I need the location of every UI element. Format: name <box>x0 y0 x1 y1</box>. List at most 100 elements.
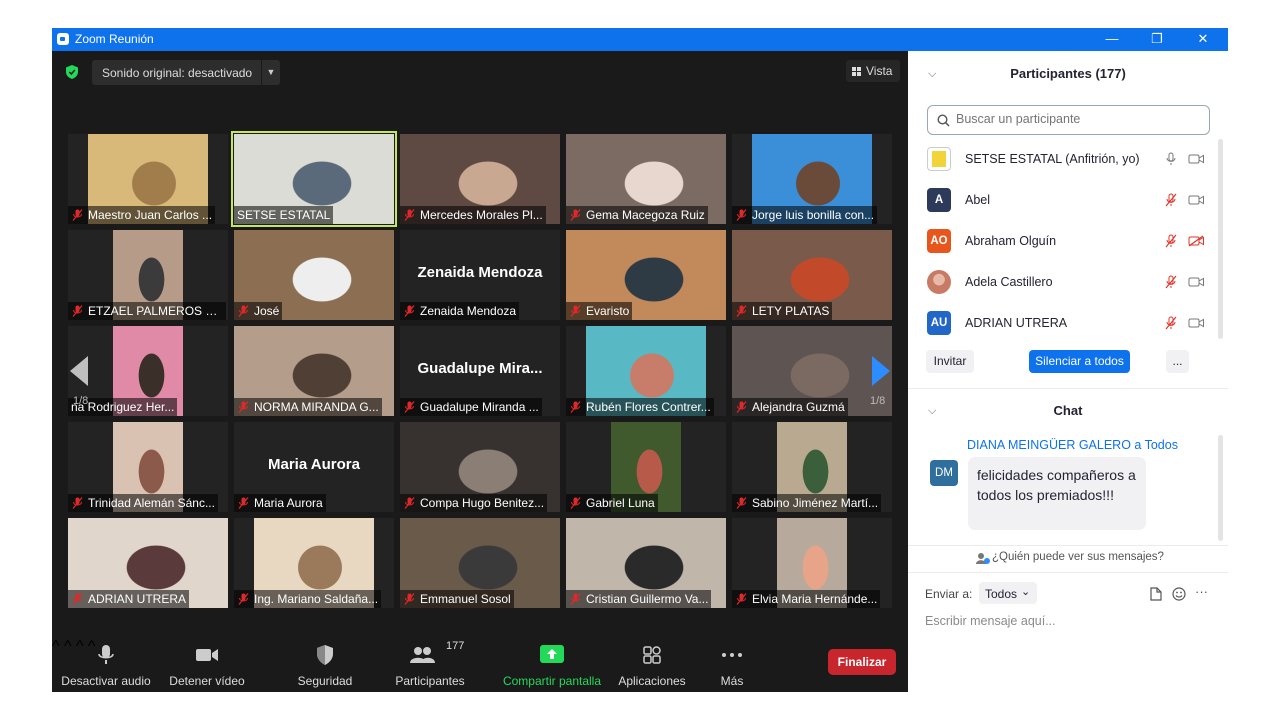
tile-name-text: Ing. Mariano Saldaña... <box>254 592 379 606</box>
video-tile[interactable]: Ing. Mariano Saldaña... <box>234 518 394 608</box>
video-camera-icon[interactable] <box>1188 153 1205 165</box>
video-tile[interactable]: LETY PLATAS <box>732 230 892 320</box>
video-tile[interactable]: Cristian Guillermo Va... <box>566 518 726 608</box>
prev-page-arrow-icon[interactable] <box>70 356 88 386</box>
title-bar: Zoom Reunión — ❐ ✕ <box>52 28 1228 51</box>
tile-name-text: Jorge luis bonilla con... <box>752 208 875 222</box>
participant-row[interactable]: Adela Castillero <box>927 267 1212 297</box>
participant-row[interactable]: A Abel <box>927 185 1212 215</box>
video-tile[interactable]: Emmanuel Sosol <box>400 518 560 608</box>
video-tile[interactable]: Evaristo <box>566 230 726 320</box>
muted-microphone-icon[interactable] <box>1165 275 1177 289</box>
muted-microphone-icon[interactable] <box>1165 193 1177 207</box>
search-icon <box>937 114 950 127</box>
tile-name-label: Sabino Jiménez Martí... <box>732 494 882 512</box>
video-tile[interactable]: Gema Macegoza Ruiz <box>566 134 726 224</box>
tile-name-text: Guadalupe Miranda ... <box>420 400 539 414</box>
muted-microphone-icon <box>570 305 581 317</box>
muted-microphone-icon[interactable] <box>1165 316 1177 330</box>
chevron-down-icon[interactable]: ▼ <box>261 60 280 85</box>
video-tile[interactable]: Rubén Flores Contrer... <box>566 326 726 416</box>
chat-bubble: felicidades compañeros a todos los premi… <box>968 457 1146 530</box>
next-page-arrow-icon[interactable] <box>872 356 890 386</box>
video-tile[interactable]: SETSE ESTATAL <box>231 131 397 227</box>
grid-icon <box>852 67 861 76</box>
muted-microphone-icon <box>404 305 415 317</box>
chat-scrollbar[interactable] <box>1218 435 1223 541</box>
video-tile[interactable]: Trinidad Alemán Sánc... <box>68 422 228 512</box>
chat-more-icon[interactable]: ··· <box>1195 584 1208 599</box>
video-tile[interactable]: Sabino Jiménez Martí... <box>732 422 892 512</box>
microphone-icon <box>98 645 114 664</box>
participant-search-field[interactable] <box>927 105 1210 135</box>
tile-name-label: ETZAEL PALMEROS G... <box>68 302 226 320</box>
video-tile[interactable]: na Rodriguez Her... <box>68 326 228 416</box>
video-tile[interactable]: Guadalupe Mira... Guadalupe Miranda ... <box>400 326 560 416</box>
apps-button[interactable]: Aplicaciones <box>612 638 692 692</box>
video-tile[interactable]: ADRIAN UTRERA <box>68 518 228 608</box>
file-icon[interactable] <box>1150 587 1162 601</box>
participant-row[interactable]: AU ADRIAN UTRERA <box>927 308 1212 338</box>
stop-video-button[interactable]: Detener vídeo <box>164 638 250 692</box>
view-button[interactable]: Vista <box>846 60 900 82</box>
video-camera-icon[interactable] <box>1188 276 1205 288</box>
muted-microphone-icon[interactable] <box>1165 234 1177 248</box>
video-tile[interactable]: Maria Aurora Maria Aurora <box>234 422 394 512</box>
participants-button[interactable]: 177 Participantes <box>390 638 470 692</box>
participants-label: Participantes <box>395 674 465 688</box>
participants-more-button[interactable]: ... <box>1166 350 1189 373</box>
participant-avatar: AO <box>927 229 951 253</box>
restore-button[interactable]: ❐ <box>1134 28 1180 51</box>
muted-microphone-icon <box>736 209 747 221</box>
chat-sender[interactable]: DIANA MEINGÜER GALERO a Todos <box>967 438 1178 452</box>
security-label: Seguridad <box>297 674 353 688</box>
end-meeting-button[interactable]: Finalizar <box>828 649 896 675</box>
video-tile[interactable]: Maestro Juan Carlos ... <box>68 134 228 224</box>
video-tile[interactable]: Mercedes Morales Pl... <box>400 134 560 224</box>
participant-row[interactable]: SETSE ESTATAL (Anfitrión, yo) <box>927 144 1212 174</box>
more-button[interactable]: Más <box>702 638 762 692</box>
video-tile[interactable]: Alejandra Guzmá <box>732 326 892 416</box>
close-button[interactable]: ✕ <box>1180 28 1226 51</box>
original-sound-button[interactable]: Sonido original: desactivado ▼ <box>92 60 280 85</box>
security-button[interactable]: Seguridad <box>288 638 362 692</box>
emoji-icon[interactable] <box>1172 587 1186 601</box>
video-camera-icon[interactable] <box>1188 194 1205 206</box>
participant-search-input[interactable] <box>954 111 1208 127</box>
send-to-dropdown[interactable]: Todos ⌄ <box>979 582 1037 604</box>
minimize-button[interactable]: — <box>1089 28 1135 51</box>
invite-button[interactable]: Invitar <box>926 350 974 373</box>
mute-all-button[interactable]: Silenciar a todos <box>1029 350 1130 373</box>
participant-row[interactable]: AO Abraham Olguín <box>927 226 1212 256</box>
video-tile[interactable]: Gabriel Luna <box>566 422 726 512</box>
video-tile[interactable]: Compa Hugo Benitez... <box>400 422 560 512</box>
participant-avatar <box>927 270 951 294</box>
muted-microphone-icon <box>736 593 747 605</box>
chat-input[interactable]: Escribir mensaje aquí... <box>925 614 1056 628</box>
mute-audio-button[interactable]: Desactivar audio <box>60 638 152 692</box>
video-tile[interactable]: José <box>234 230 394 320</box>
apps-label: Aplicaciones <box>618 674 686 688</box>
participants-scrollbar[interactable] <box>1218 139 1223 339</box>
who-can-see-link[interactable]: ¿Quién puede ver sus mensajes? <box>992 551 1164 563</box>
tile-name-text: Zenaida Mendoza <box>420 304 517 318</box>
tile-name-text: ADRIAN UTRERA <box>88 592 187 606</box>
tile-name-text: Maria Aurora <box>254 496 323 510</box>
video-tile[interactable]: ETZAEL PALMEROS G... <box>68 230 228 320</box>
camera-off-icon[interactable] <box>1188 235 1205 247</box>
tile-name-text: Trinidad Alemán Sánc... <box>88 496 215 510</box>
video-tile[interactable]: NORMA MIRANDA G... <box>234 326 394 416</box>
participant-name: Abel <box>965 193 991 207</box>
video-tile[interactable]: Zenaida Mendoza Zenaida Mendoza <box>400 230 560 320</box>
video-tile[interactable]: Jorge luis bonilla con... <box>732 134 892 224</box>
muted-microphone-icon <box>736 497 747 509</box>
participant-name: Abraham Olguín <box>965 234 1057 248</box>
video-camera-icon[interactable] <box>1188 317 1205 329</box>
tile-name-label: SETSE ESTATAL <box>234 206 334 224</box>
video-tile[interactable]: Elvia Maria Hernánde... <box>732 518 892 608</box>
microphone-icon[interactable] <box>1165 152 1177 166</box>
encryption-shield-icon[interactable] <box>66 65 78 79</box>
share-screen-button[interactable]: Compartir pantalla <box>500 638 604 692</box>
audio-options-caret-icon[interactable]: ^ <box>52 638 60 655</box>
tile-name-label: Emmanuel Sosol <box>400 590 514 608</box>
